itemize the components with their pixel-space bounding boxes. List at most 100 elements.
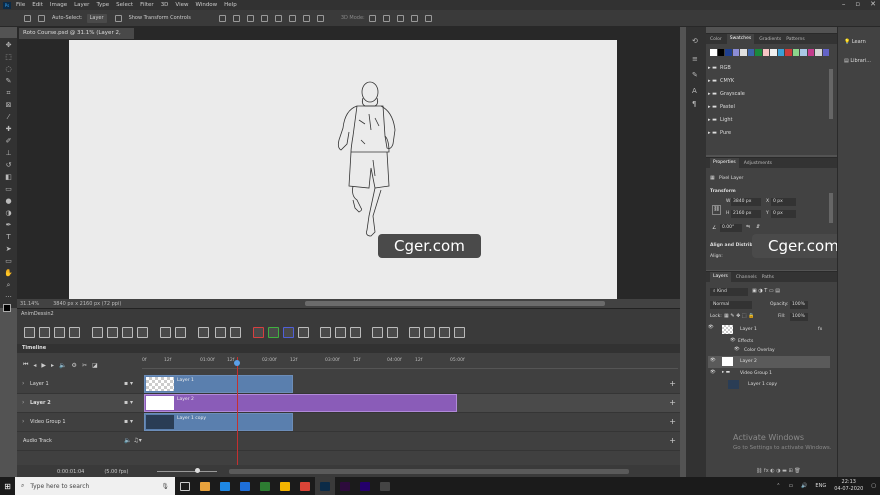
tab-gradients[interactable]: Gradients xyxy=(759,37,781,42)
link-icon[interactable]: ⛓ xyxy=(712,205,721,215)
layer-row-layer-1-copy[interactable]: Layer 1 copy xyxy=(708,380,830,390)
healing-tool-icon[interactable]: ✚ xyxy=(4,125,13,133)
folder-icon[interactable] xyxy=(198,327,209,338)
properties-scrollbar[interactable] xyxy=(829,193,833,223)
action-button-24[interactable] xyxy=(424,327,435,338)
3d-orbit-icon[interactable] xyxy=(368,14,376,22)
action-button-25[interactable] xyxy=(439,327,450,338)
track-video-group-1[interactable]: › Video Group 1 ▪ ▾ + xyxy=(17,413,680,432)
file-explorer-icon[interactable] xyxy=(195,477,215,495)
color-swatch[interactable] xyxy=(740,49,747,56)
horizontal-scrollbar[interactable] xyxy=(305,301,605,306)
layer-row-video-group[interactable]: 👁 ▸ ▬ Video Group 1 xyxy=(708,369,830,379)
align-center-icon[interactable] xyxy=(232,14,240,22)
layer-dropdown[interactable]: Layer xyxy=(86,13,107,23)
flip-horizontal-icon[interactable]: ⇋ xyxy=(746,224,750,230)
play-icon[interactable]: ▶ xyxy=(41,362,46,369)
layer-row-layer-1[interactable]: 👁 Layer 1 fx xyxy=(708,325,830,335)
color-swatch[interactable] xyxy=(777,49,784,56)
type-tool-icon[interactable]: T xyxy=(4,233,13,241)
document-tab[interactable]: Roto Course.psd @ 31.1% (Layer 2, RGB/8)… xyxy=(19,28,134,47)
align-left-icon[interactable] xyxy=(218,14,226,22)
brush-tool-icon[interactable]: ✐ xyxy=(4,137,13,145)
swatch-group-grayscale[interactable]: ▸ ▬ Grayscale xyxy=(708,91,745,97)
settings-icon[interactable]: ⚙ xyxy=(72,362,77,369)
color-swatch[interactable] xyxy=(717,49,724,56)
action-button-6[interactable] xyxy=(107,327,118,338)
overlay-eye-icon[interactable]: 👁 xyxy=(734,347,740,352)
clock[interactable]: 22:13 04-07-2020 xyxy=(834,479,863,493)
menu-image[interactable]: Image xyxy=(50,2,67,8)
action-button-3[interactable] xyxy=(54,327,65,338)
obs-icon[interactable] xyxy=(375,477,395,495)
next-frame-icon[interactable]: ▸ xyxy=(51,362,54,369)
3d-roll-icon[interactable] xyxy=(382,14,390,22)
layer-color-overlay-row[interactable]: 👁 Color Overlay xyxy=(708,347,830,355)
lock-icons[interactable]: ▦ ✎ ✥ ⬚ 🔒 xyxy=(724,313,754,319)
auto-select-checkbox[interactable] xyxy=(38,14,45,22)
blur-tool-icon[interactable]: ● xyxy=(4,197,13,205)
3d-pan-icon[interactable] xyxy=(396,14,404,22)
menu-file[interactable]: File xyxy=(16,2,25,8)
windows-start-icon[interactable]: ⊞ xyxy=(0,477,15,495)
more-tools-icon[interactable]: ··· xyxy=(4,293,13,301)
distribute-icon[interactable] xyxy=(302,14,310,22)
transition-icon[interactable]: ◪ xyxy=(92,362,98,369)
tab-paths[interactable]: Paths xyxy=(762,275,774,280)
action-button-2[interactable] xyxy=(39,327,50,338)
color-swatch[interactable] xyxy=(822,49,829,56)
action-button-21[interactable] xyxy=(372,327,383,338)
expand-chevron-icon[interactable]: › xyxy=(22,399,24,406)
character-icon[interactable]: A xyxy=(692,87,701,95)
audio-icon[interactable]: 🔈 xyxy=(59,362,66,369)
menu-layer[interactable]: Layer xyxy=(74,2,89,8)
expand-chevron-icon[interactable]: › xyxy=(22,380,24,387)
red-frame-button[interactable] xyxy=(253,327,264,338)
menu-view[interactable]: View xyxy=(175,2,188,8)
quick-select-tool-icon[interactable]: ✎ xyxy=(4,77,13,85)
clip-layer-1-copy[interactable]: Layer 1 copy xyxy=(144,413,293,431)
action-button-7[interactable] xyxy=(122,327,133,338)
swatch-group-rgb[interactable]: ▸ ▬ RGB xyxy=(708,65,731,71)
tab-patterns[interactable]: Patterns xyxy=(786,37,805,42)
align-middle-icon[interactable] xyxy=(274,14,282,22)
menu-type[interactable]: Type xyxy=(96,2,109,8)
language-indicator[interactable]: ENG xyxy=(815,483,826,489)
fx-icon[interactable]: fx xyxy=(818,327,822,332)
layer-effects-row[interactable]: 👁 Effects xyxy=(708,338,830,346)
blue-frame-button[interactable] xyxy=(283,327,294,338)
action-button-4[interactable] xyxy=(69,327,80,338)
y-input[interactable]: 0 px xyxy=(771,210,796,218)
crop-tool-icon[interactable]: ⌗ xyxy=(4,89,13,97)
foreground-color-swatch[interactable] xyxy=(3,304,11,312)
track-menu-icon[interactable]: ▪ ▾ xyxy=(124,399,133,406)
add-media-icon[interactable]: + xyxy=(669,380,676,388)
dodge-tool-icon[interactable]: ◑ xyxy=(4,209,13,217)
action-button-5[interactable] xyxy=(92,327,103,338)
track-menu-icon[interactable]: ▪ ▾ xyxy=(124,418,133,425)
effects-eye-icon[interactable]: 👁 xyxy=(730,338,736,343)
green-frame-button[interactable] xyxy=(268,327,279,338)
track-audio[interactable]: Audio Track 🔈 ♫▾ + xyxy=(17,432,680,451)
stamp-tool-icon[interactable]: ⊥ xyxy=(4,149,13,157)
swatch-group-cmyk[interactable]: ▸ ▬ CMYK xyxy=(708,78,734,84)
history-icon[interactable]: ⟲ xyxy=(692,37,701,45)
width-input[interactable]: 3840 px xyxy=(731,198,761,206)
height-input[interactable]: 2160 px xyxy=(731,210,761,218)
menu-help[interactable]: Help xyxy=(224,2,237,8)
action-button-1[interactable] xyxy=(24,327,35,338)
expand-chevron-icon[interactable]: › xyxy=(22,418,24,425)
opacity-input[interactable]: 100% xyxy=(790,301,808,309)
chrome-icon[interactable] xyxy=(275,477,295,495)
prev-frame-icon[interactable]: ◂ xyxy=(33,362,36,369)
microphone-icon[interactable]: 🎙 xyxy=(161,483,169,490)
add-media-icon[interactable]: + xyxy=(669,399,676,407)
gradient-tool-icon[interactable]: ▭ xyxy=(4,185,13,193)
color-swatch[interactable] xyxy=(792,49,799,56)
first-frame-icon[interactable]: ⏮ xyxy=(23,361,28,369)
task-view-icon[interactable] xyxy=(175,477,195,495)
zoom-tool-icon[interactable]: ⌕ xyxy=(4,281,13,289)
eyedropper-tool-icon[interactable]: ⁄ xyxy=(4,113,13,121)
path-select-tool-icon[interactable]: ➤ xyxy=(4,245,13,253)
playhead-handle[interactable] xyxy=(234,360,240,366)
